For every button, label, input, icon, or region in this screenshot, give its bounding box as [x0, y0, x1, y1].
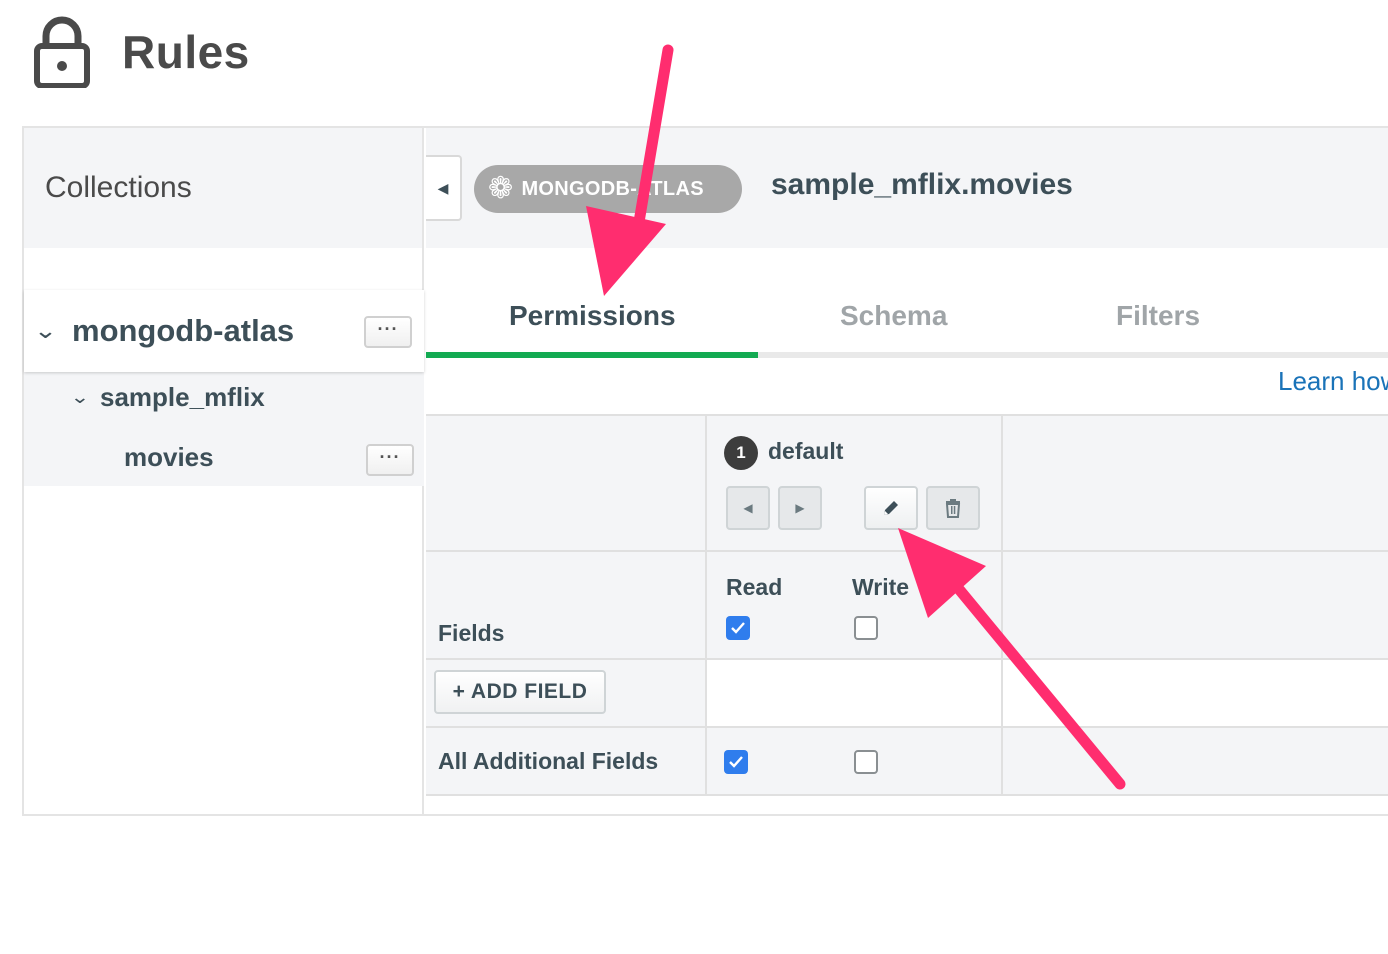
rule-editor: ◀ ❁ MONGODB-ATLAS sample_mflix.movies Pe… — [426, 128, 1388, 814]
chevron-down-icon[interactable]: ⌄ — [70, 387, 104, 408]
read-column-label: Read — [726, 574, 783, 600]
move-role-right-button[interactable]: ▶ — [778, 486, 822, 530]
grid-line — [1001, 414, 1003, 796]
database-menu-button[interactable]: ··· — [364, 316, 412, 348]
checkmark-icon — [731, 622, 745, 634]
fields-read-checkbox[interactable] — [726, 616, 750, 640]
move-role-left-button[interactable]: ◀ — [726, 486, 770, 530]
service-badge-label: MONGODB-ATLAS — [521, 177, 704, 200]
chevron-down-icon[interactable]: ⌄ — [34, 318, 73, 344]
additional-read-checkbox[interactable] — [724, 750, 748, 774]
tab-permissions[interactable]: Permissions — [509, 300, 676, 332]
sidebar-item-movies[interactable]: movies — [124, 442, 214, 473]
grid-line — [426, 550, 1388, 552]
role-index-badge: 1 — [724, 436, 758, 470]
checkmark-icon — [729, 756, 743, 768]
rule-header: ◀ ❁ MONGODB-ATLAS sample_mflix.movies — [426, 128, 1388, 248]
grid-line — [426, 794, 1388, 796]
additional-write-checkbox[interactable] — [854, 750, 878, 774]
service-badge: ❁ MONGODB-ATLAS — [474, 165, 742, 213]
collections-tree: ⌄ mongodb-atlas ··· ⌄ sample_mflix movie… — [24, 290, 424, 486]
grid-line — [705, 414, 707, 796]
cluster-icon: ❁ — [488, 172, 514, 205]
page-header: Rules — [34, 16, 250, 88]
additional-fields-label: All Additional Fields — [438, 748, 659, 774]
active-tab-indicator — [426, 352, 758, 358]
tab-schema[interactable]: Schema — [840, 300, 947, 332]
grid-line — [426, 414, 1388, 416]
collection-group-label: sample_mflix — [100, 382, 265, 412]
write-column-label: Write — [852, 574, 910, 600]
sidebar-item-sample-mflix[interactable]: ⌄ sample_mflix — [70, 382, 265, 413]
learn-link[interactable]: Learn how — [1278, 366, 1388, 397]
grid-line — [426, 658, 1388, 660]
fields-write-checkbox[interactable] — [854, 616, 878, 640]
trash-icon — [945, 499, 961, 518]
caret-right-icon: ▶ — [795, 501, 805, 515]
add-field-button[interactable]: + ADD FIELD — [434, 670, 606, 714]
lock-icon — [34, 16, 90, 88]
edit-role-button[interactable] — [864, 486, 918, 530]
role-name: default — [768, 438, 844, 464]
fields-row-bg — [426, 550, 1388, 658]
sidebar-heading: Collections — [24, 128, 422, 248]
page-title: Rules — [122, 26, 250, 78]
collection-menu-button[interactable]: ··· — [366, 444, 414, 476]
rules-panel: Collections ⌄ mongodb-atlas ··· ⌄ sample… — [22, 126, 1388, 816]
tab-filters[interactable]: Filters — [1116, 300, 1200, 332]
grid-line — [426, 726, 1388, 728]
sidebar-item-database[interactable]: ⌄ mongodb-atlas ··· — [24, 290, 424, 372]
caret-left-icon: ◀ — [437, 179, 449, 196]
pencil-icon — [884, 501, 898, 515]
collapse-sidebar-button[interactable]: ◀ — [426, 155, 462, 221]
namespace-title: sample_mflix.movies — [771, 168, 1073, 201]
fields-label: Fields — [438, 620, 505, 646]
database-label: mongodb-atlas — [72, 313, 295, 348]
collections-sidebar: Collections ⌄ mongodb-atlas ··· ⌄ sample… — [24, 128, 424, 814]
delete-role-button[interactable] — [926, 486, 980, 530]
rule-tabs: Permissions Schema Filters — [426, 288, 1388, 358]
permissions-table: 1 default ◀ ▶ Read Write Fields + ADD FI… — [426, 414, 1388, 796]
caret-left-icon: ◀ — [743, 501, 753, 515]
